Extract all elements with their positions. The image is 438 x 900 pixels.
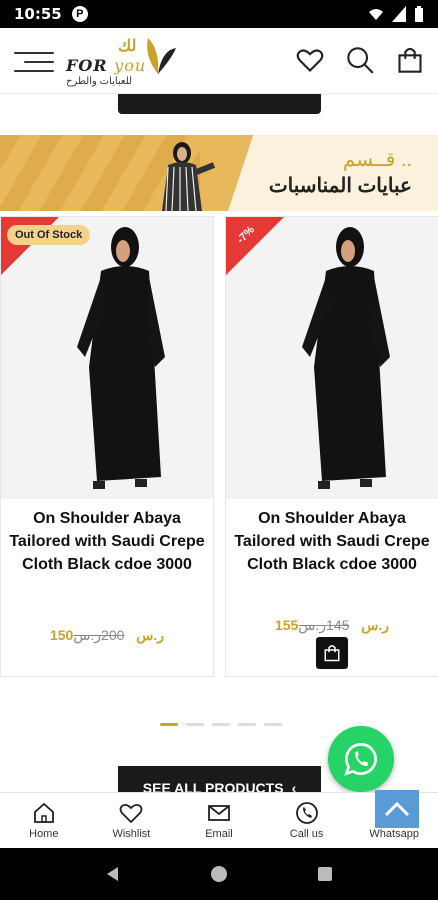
email-icon — [208, 805, 230, 821]
parking-notification-icon: P — [71, 6, 88, 22]
out-of-stock-badge: Out Of Stock — [7, 225, 91, 245]
carousel-dot[interactable] — [264, 723, 282, 726]
product-card[interactable]: -7% On Shoulder Abaya Tailored with Saud… — [225, 216, 438, 677]
product-price: 150ر.س 200ر.س — [1, 627, 213, 644]
add-to-cart-button[interactable] — [316, 637, 348, 669]
logo-text-ar: للعبايات والطرح — [66, 76, 133, 87]
carousel-dot[interactable] — [186, 723, 204, 726]
status-bar: 10:55 P — [0, 0, 438, 28]
nav-call-label: Call us — [289, 828, 324, 840]
hamburger-menu-icon[interactable] — [14, 46, 54, 78]
carousel-dot-active[interactable] — [160, 723, 178, 726]
carousel-dot[interactable] — [238, 723, 256, 726]
nav-wishlist[interactable]: Wishlist — [88, 793, 176, 848]
whatsapp-floating-button[interactable] — [328, 726, 394, 792]
heart-icon — [119, 803, 143, 824]
previous-section-button[interactable] — [118, 94, 321, 114]
nav-home-label: Home — [29, 828, 59, 840]
recents-square-icon[interactable] — [316, 865, 334, 883]
logo-text-en: FOR you — [66, 56, 147, 75]
status-time: 10:55 — [14, 5, 62, 23]
product-card[interactable]: Out Of Stock On Shoulder Abaya Tailored … — [0, 216, 214, 677]
nav-call[interactable]: Call us — [263, 793, 351, 848]
signal-icon — [392, 6, 406, 22]
category-banner[interactable]: قــسم .. عبايات المناسبات — [0, 135, 438, 211]
bottom-navigation: Home Wishlist Email Call us Whatsapp — [0, 792, 438, 848]
brand-logo[interactable]: لك FOR you للعبايات والطرح — [64, 32, 184, 90]
product-name[interactable]: On Shoulder Abaya Tailored with Saudi Cr… — [226, 507, 438, 576]
whatsapp-icon — [344, 743, 377, 776]
home-circle-icon[interactable] — [210, 865, 228, 883]
discount-corner — [226, 217, 284, 275]
wifi-icon — [369, 9, 383, 20]
product-name[interactable]: On Shoulder Abaya Tailored with Saudi Cr… — [1, 507, 213, 576]
system-navigation-bar — [0, 848, 438, 900]
product-image[interactable]: Out Of Stock — [1, 217, 213, 499]
app-header: لك FOR you للعبايات والطرح — [0, 28, 438, 94]
back-triangle-icon[interactable] — [104, 865, 122, 883]
chevron-up-icon — [384, 801, 410, 817]
phone-icon — [295, 802, 318, 824]
search-icon[interactable] — [346, 46, 374, 74]
banner-model-image — [162, 142, 216, 211]
nav-home[interactable]: Home — [0, 793, 88, 848]
product-image[interactable]: -7% — [226, 217, 438, 499]
shopping-bag-icon — [324, 645, 340, 662]
original-price: 200ر.س — [73, 627, 125, 643]
banner-title: قــسم .. — [342, 149, 412, 171]
battery-icon — [415, 6, 423, 22]
nav-wishlist-label: Wishlist — [112, 828, 151, 840]
home-icon — [33, 802, 54, 823]
carousel-pagination — [160, 723, 282, 726]
shopping-bag-icon[interactable] — [396, 46, 424, 74]
original-price: 145ر.س — [298, 617, 350, 633]
logo-arabic-mark: لك — [118, 38, 137, 55]
banner-subtitle: عبايات المناسبات — [268, 175, 412, 197]
nav-whatsapp-label: Whatsapp — [369, 828, 419, 840]
scroll-to-top-button[interactable] — [375, 790, 419, 828]
product-price: 155ر.س 145ر.س — [226, 617, 438, 634]
nav-email-label: Email — [205, 828, 233, 840]
nav-email[interactable]: Email — [175, 793, 263, 848]
wishlist-heart-icon[interactable] — [296, 46, 324, 74]
carousel-dot[interactable] — [212, 723, 230, 726]
